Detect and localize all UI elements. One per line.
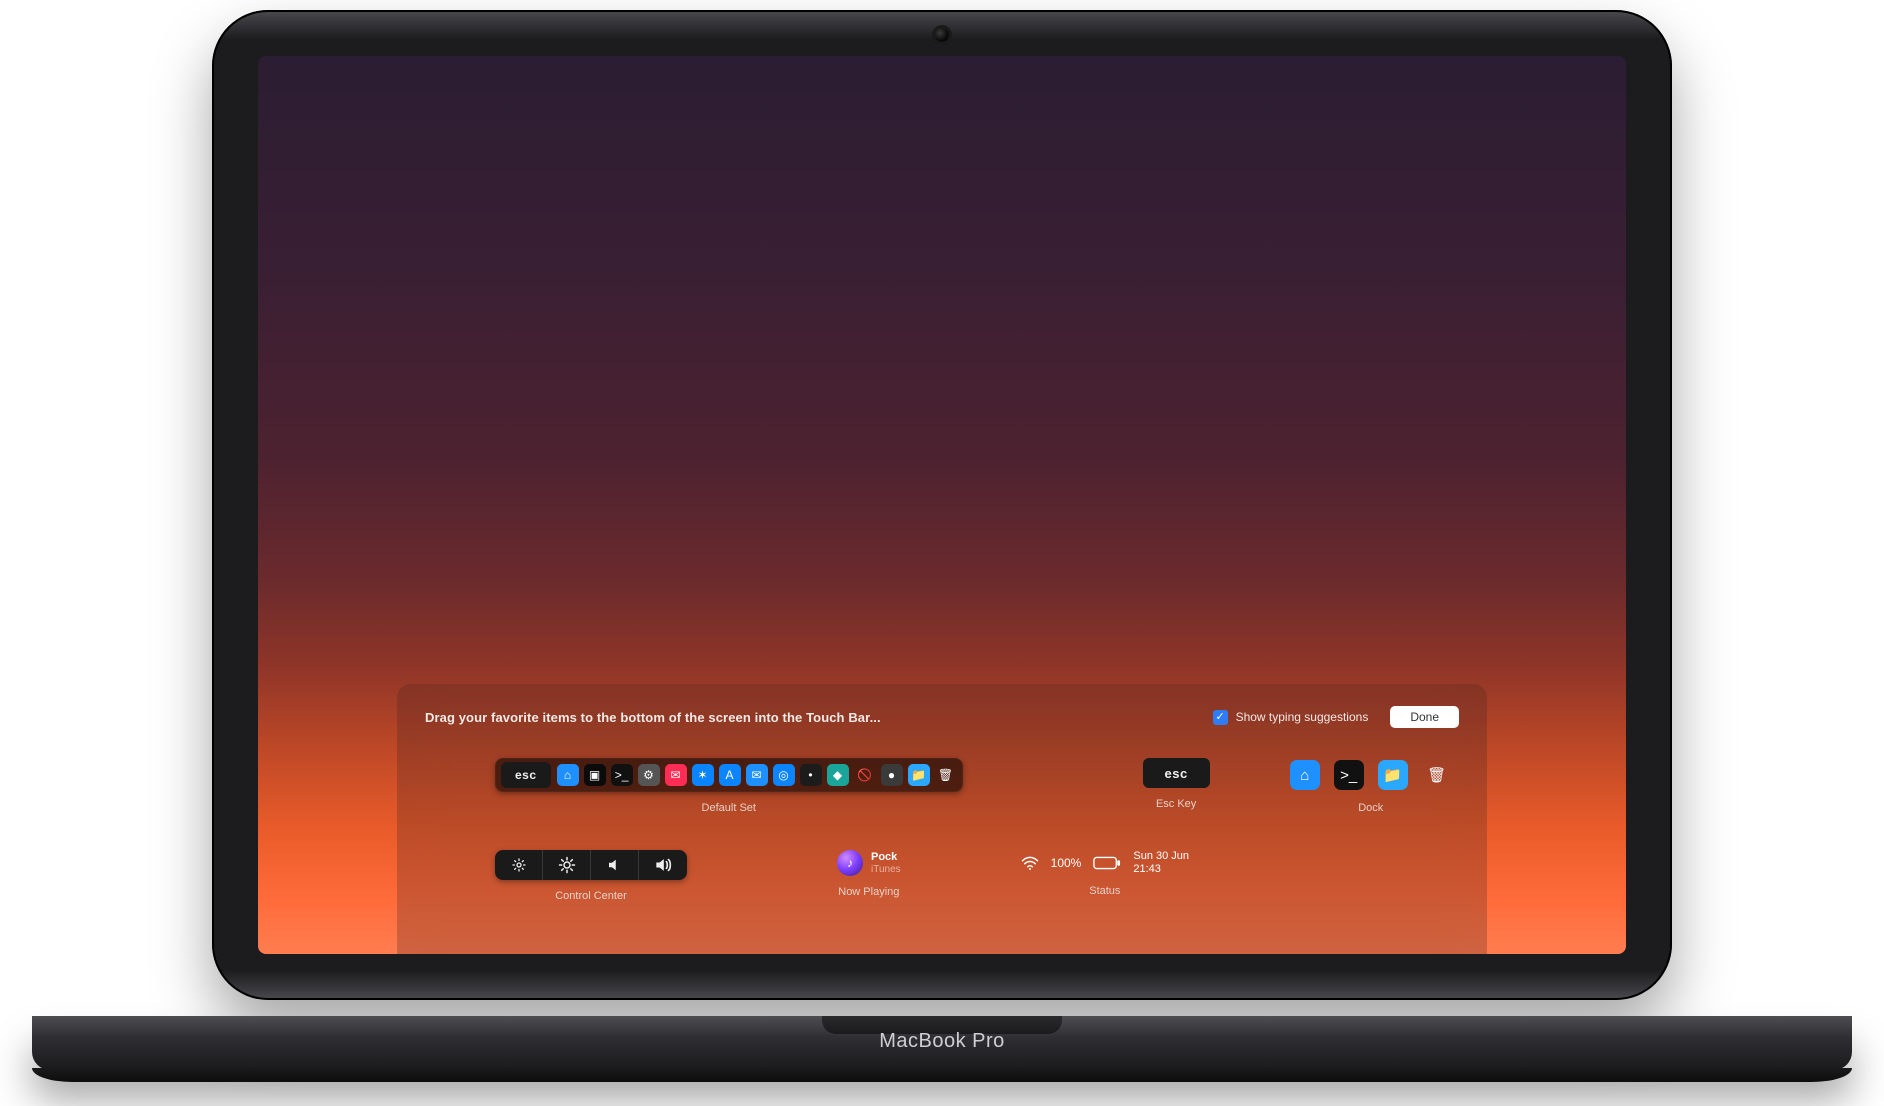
show-typing-suggestions-checkbox[interactable]: ✓ Show typing suggestions: [1213, 710, 1369, 725]
laptop-foot-shadow: [32, 1068, 1852, 1082]
finder-icon: ⌂: [1290, 760, 1320, 790]
done-button[interactable]: Done: [1390, 706, 1459, 728]
now-playing-title: Pock: [871, 851, 901, 863]
blocked-icon: 🚫: [854, 764, 876, 786]
esc-key-icon: esc: [1143, 758, 1210, 788]
folder-icon: 📁: [908, 764, 930, 786]
panel-title: Drag your favorite items to the bottom o…: [425, 710, 881, 725]
folder-icon: 📁: [1378, 760, 1408, 790]
tile-label: Control Center: [555, 890, 627, 902]
screen: Drag your favorite items to the bottom o…: [258, 56, 1626, 954]
tile-default-set[interactable]: esc ⌂▣>_⚙✉✶A✉◎•◆🚫●📁🗑 Default Set: [495, 758, 963, 814]
finder-icon: ⌂: [557, 764, 579, 786]
battery-icon: [1093, 856, 1121, 870]
laptop-frame: Drag your favorite items to the bottom o…: [212, 10, 1672, 1000]
control-center-segment: [495, 850, 687, 880]
tile-label: Now Playing: [838, 886, 899, 898]
app-teal-icon: ◆: [827, 764, 849, 786]
terminal-icon: >_: [1334, 760, 1364, 790]
safari-icon: ✶: [692, 764, 714, 786]
dock-icons-strip: ⌂ >_ 📁 🗑: [1290, 758, 1452, 792]
tile-now-playing[interactable]: ♪ Pock iTunes Now Playing: [837, 850, 901, 898]
app-store-icon: A: [719, 764, 741, 786]
default-set-strip: esc ⌂▣>_⚙✉✶A✉◎•◆🚫●📁🗑: [495, 758, 963, 792]
tile-label: Dock: [1358, 802, 1383, 814]
tile-label: Esc Key: [1156, 798, 1196, 810]
terminal-icon: >_: [611, 764, 633, 786]
trash-icon: 🗑: [935, 764, 957, 786]
laptop-lid: Drag your favorite items to the bottom o…: [212, 10, 1672, 1000]
checkmark-icon: ✓: [1213, 710, 1228, 725]
tile-esc-key[interactable]: esc Esc Key: [1143, 758, 1210, 810]
tile-label: Status: [1089, 885, 1120, 897]
dock-app-icon: ▣: [584, 764, 606, 786]
album-art-icon: ♪: [837, 850, 863, 876]
tile-status[interactable]: 100% Sun 30 Jun 21:43 Status: [1021, 850, 1189, 897]
wifi-icon: [1021, 856, 1039, 870]
laptop-base: MacBook Pro: [32, 1016, 1852, 1070]
show-typing-label: Show typing suggestions: [1236, 710, 1369, 724]
esc-key-mini: esc: [501, 762, 551, 788]
now-playing-subtitle: iTunes: [871, 864, 901, 875]
device-brand: MacBook Pro: [879, 1030, 1005, 1053]
customize-touchbar-panel: Drag your favorite items to the bottom o…: [397, 684, 1487, 954]
status-date: Sun 30 Jun: [1133, 850, 1189, 863]
tile-dock[interactable]: ⌂ >_ 📁 🗑 Dock: [1290, 758, 1452, 814]
brightness-up-icon: [543, 850, 591, 880]
tile-label: Default Set: [702, 802, 756, 814]
app-gray-icon: ●: [881, 764, 903, 786]
messages-icon: ✉: [665, 764, 687, 786]
tile-control-center[interactable]: Control Center: [495, 850, 687, 902]
app-blue-icon: ◎: [773, 764, 795, 786]
camera-icon: [935, 28, 949, 42]
mail-icon: ✉: [746, 764, 768, 786]
system-prefs-icon: ⚙: [638, 764, 660, 786]
volume-up-icon: [639, 850, 687, 880]
app-dark-icon: •: [800, 764, 822, 786]
trash-icon: 🗑: [1422, 760, 1452, 790]
volume-down-icon: [591, 850, 639, 880]
battery-percent: 100%: [1051, 856, 1082, 870]
brightness-down-icon: [495, 850, 543, 880]
status-time: 21:43: [1133, 863, 1189, 876]
